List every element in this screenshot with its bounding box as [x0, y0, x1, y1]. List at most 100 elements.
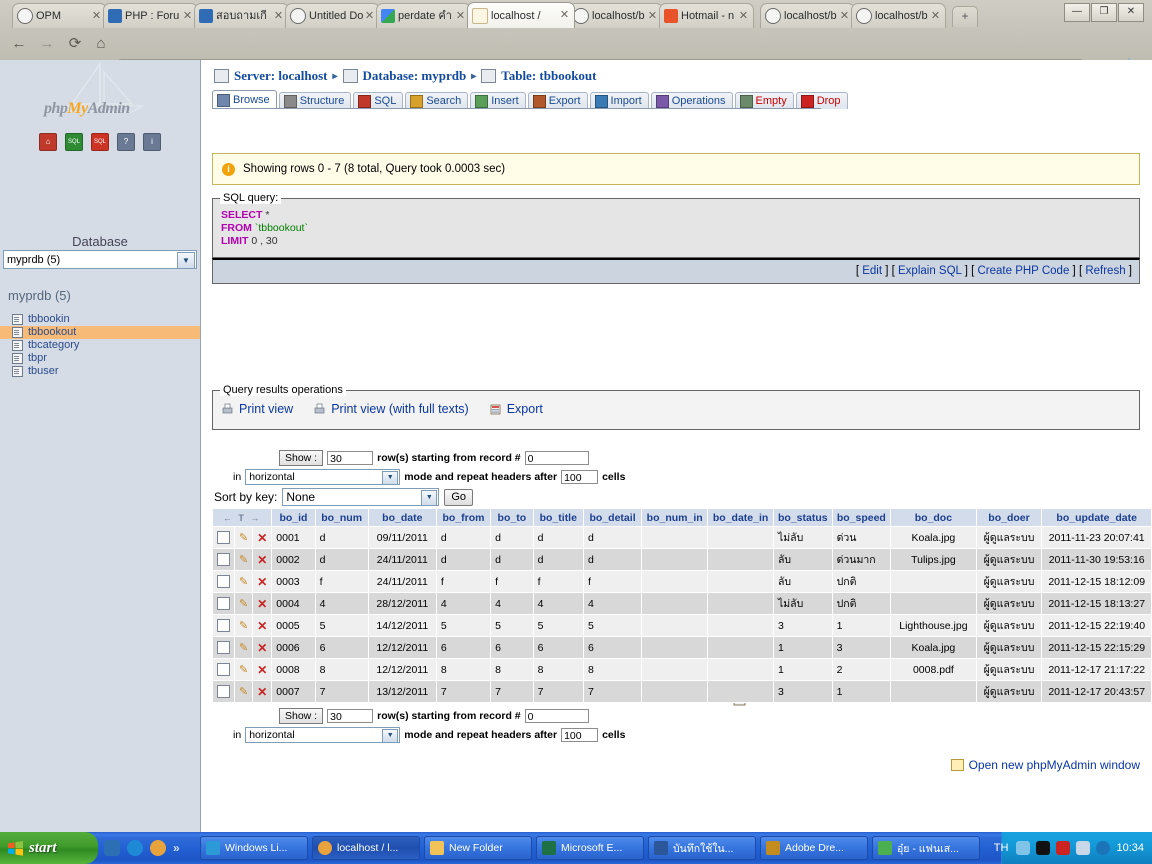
- column-header-bo_status[interactable]: bo_status: [773, 509, 832, 527]
- headers-input-top[interactable]: 100: [561, 470, 598, 484]
- row-edit-cell[interactable]: ✎: [235, 637, 253, 659]
- row-edit-cell[interactable]: ✎: [235, 549, 253, 571]
- info-icon[interactable]: i: [143, 133, 161, 151]
- close-window-button[interactable]: ✕: [1118, 3, 1144, 22]
- row-delete-cell[interactable]: ✕: [253, 593, 272, 615]
- browser-tab-7[interactable]: localhost/b✕: [568, 3, 663, 28]
- headers-input-bottom[interactable]: 100: [561, 728, 598, 742]
- database-select[interactable]: myprdb (5) ▼: [3, 250, 197, 269]
- close-icon[interactable]: ✕: [559, 10, 570, 21]
- table-row[interactable]: ✎✕0002d24/11/2011ddddลับด่วนมากTulips.jp…: [213, 549, 1152, 571]
- delete-icon[interactable]: ✕: [257, 553, 267, 567]
- delete-icon[interactable]: ✕: [257, 619, 267, 633]
- taskbar-item-1[interactable]: Windows Li...: [200, 836, 308, 860]
- sql-icon[interactable]: SQL: [91, 133, 109, 151]
- browser-tab-9[interactable]: localhost/b✕: [760, 3, 855, 28]
- back-button[interactable]: ←: [8, 33, 30, 55]
- delete-icon[interactable]: ✕: [257, 663, 267, 677]
- ie-desktop-icon[interactable]: [104, 840, 120, 856]
- row-edit-cell[interactable]: ✎: [235, 681, 253, 703]
- table-sort-controls[interactable]: ← T →: [213, 509, 272, 527]
- edit-icon[interactable]: ✎: [239, 686, 248, 698]
- sidebar-table-tbbookout[interactable]: tbbookout: [0, 326, 200, 339]
- browser-tab-4[interactable]: Untitled Do✕: [285, 3, 380, 28]
- rows-input-top[interactable]: 30: [327, 451, 373, 465]
- rows-input-bottom[interactable]: 30: [327, 709, 373, 723]
- tab-search[interactable]: Search: [405, 92, 468, 109]
- delete-icon[interactable]: ✕: [257, 575, 267, 589]
- table-row[interactable]: ✎✕0008812/12/20118888120008.pdfผู้ดูแลระ…: [213, 659, 1152, 681]
- sql-action-create-php[interactable]: [ Create PHP Code ]: [971, 265, 1076, 277]
- export-button[interactable]: Export: [489, 402, 543, 416]
- taskbar-item-7[interactable]: อุ๋ย - แฟนเส...: [872, 836, 980, 860]
- tab-drop[interactable]: Drop: [796, 92, 848, 109]
- open-new-window-link[interactable]: Open new phpMyAdmin window: [951, 758, 1140, 772]
- row-checkbox[interactable]: [217, 619, 230, 632]
- column-header-bo_num_in[interactable]: bo_num_in: [642, 509, 708, 527]
- edit-icon[interactable]: ✎: [239, 554, 248, 566]
- taskbar-item-3[interactable]: New Folder: [424, 836, 532, 860]
- column-header-bo_doc[interactable]: bo_doc: [891, 509, 977, 527]
- row-edit-cell[interactable]: ✎: [235, 615, 253, 637]
- browser-tab-10[interactable]: localhost/b✕: [851, 3, 946, 28]
- column-header-bo_date[interactable]: bo_date: [368, 509, 436, 527]
- taskbar-item-2[interactable]: localhost / l...: [312, 836, 420, 860]
- go-button[interactable]: Go: [444, 489, 473, 506]
- row-delete-cell[interactable]: ✕: [253, 637, 272, 659]
- row-edit-cell[interactable]: ✎: [235, 593, 253, 615]
- row-delete-cell[interactable]: ✕: [253, 549, 272, 571]
- kaspersky-icon[interactable]: [1036, 841, 1050, 855]
- browser-tab-8[interactable]: Hotmail - n✕: [659, 3, 754, 28]
- row-delete-cell[interactable]: ✕: [253, 571, 272, 593]
- tab-insert[interactable]: Insert: [470, 92, 526, 109]
- row-delete-cell[interactable]: ✕: [253, 659, 272, 681]
- print-view-button[interactable]: Print view: [221, 402, 293, 416]
- table-row[interactable]: ✎✕0006612/12/2011666613Koala.jpgผู้ดูแลร…: [213, 637, 1152, 659]
- sidebar-table-tbbookin[interactable]: tbbookin: [0, 313, 200, 326]
- new-tab-button[interactable]: +: [952, 6, 978, 27]
- table-row[interactable]: ✎✕0003f24/11/2011ffffลับปกติผู้ดูแลระบบ2…: [213, 571, 1152, 593]
- tab-empty[interactable]: Empty: [735, 92, 794, 109]
- row-edit-cell[interactable]: ✎: [235, 659, 253, 681]
- row-checkbox[interactable]: [217, 663, 230, 676]
- show-button-bottom[interactable]: Show :: [279, 708, 323, 724]
- sql-action-explain[interactable]: [ Explain SQL ]: [892, 265, 968, 277]
- row-checkbox[interactable]: [217, 575, 230, 588]
- record-input-top[interactable]: 0: [525, 451, 589, 465]
- edit-icon[interactable]: ✎: [239, 664, 248, 676]
- edit-icon[interactable]: ✎: [239, 620, 248, 632]
- tab-structure[interactable]: Structure: [279, 92, 352, 109]
- row-checkbox[interactable]: [217, 685, 230, 698]
- record-input-bottom[interactable]: 0: [525, 709, 589, 723]
- close-icon[interactable]: ✕: [839, 11, 850, 22]
- breadcrumb-database[interactable]: Database: myprdb: [363, 68, 467, 84]
- breadcrumb-table[interactable]: Table: tbbookout: [501, 68, 596, 84]
- row-checkbox[interactable]: [217, 641, 230, 654]
- sort-by-key-select[interactable]: None ▼: [282, 488, 439, 506]
- delete-icon[interactable]: ✕: [257, 685, 267, 699]
- table-row[interactable]: ✎✕0005514/12/2011555531Lighthouse.jpgผู้…: [213, 615, 1152, 637]
- column-header-bo_detail[interactable]: bo_detail: [583, 509, 641, 527]
- security-alert-icon[interactable]: [1056, 841, 1070, 855]
- network-icon[interactable]: [1076, 841, 1090, 855]
- quick-launch-chevron-icon[interactable]: »: [173, 841, 180, 855]
- column-header-bo_date_in[interactable]: bo_date_in: [708, 509, 774, 527]
- taskbar-item-5[interactable]: บันทึกใช้ใน...: [648, 836, 756, 860]
- close-icon[interactable]: ✕: [738, 11, 749, 22]
- edit-icon[interactable]: ✎: [239, 532, 248, 544]
- column-header-bo_to[interactable]: bo_to: [491, 509, 534, 527]
- tab-export[interactable]: Export: [528, 92, 588, 109]
- row-delete-cell[interactable]: ✕: [253, 681, 272, 703]
- column-header-bo_num[interactable]: bo_num: [315, 509, 368, 527]
- sidebar-table-tbcategory[interactable]: tbcategory: [0, 339, 200, 352]
- close-icon[interactable]: ✕: [647, 11, 658, 22]
- tab-browse[interactable]: Browse: [212, 90, 277, 109]
- sql-action-refresh[interactable]: [ Refresh ]: [1079, 265, 1132, 277]
- delete-icon[interactable]: ✕: [257, 641, 267, 655]
- internet-explorer-icon[interactable]: [127, 840, 143, 856]
- chrome-icon[interactable]: [150, 840, 166, 856]
- close-icon[interactable]: ✕: [273, 11, 284, 22]
- display-mode-select-top[interactable]: horizontal ▼: [245, 469, 400, 485]
- tab-sql[interactable]: SQL: [353, 92, 403, 109]
- show-button-top[interactable]: Show :: [279, 450, 323, 466]
